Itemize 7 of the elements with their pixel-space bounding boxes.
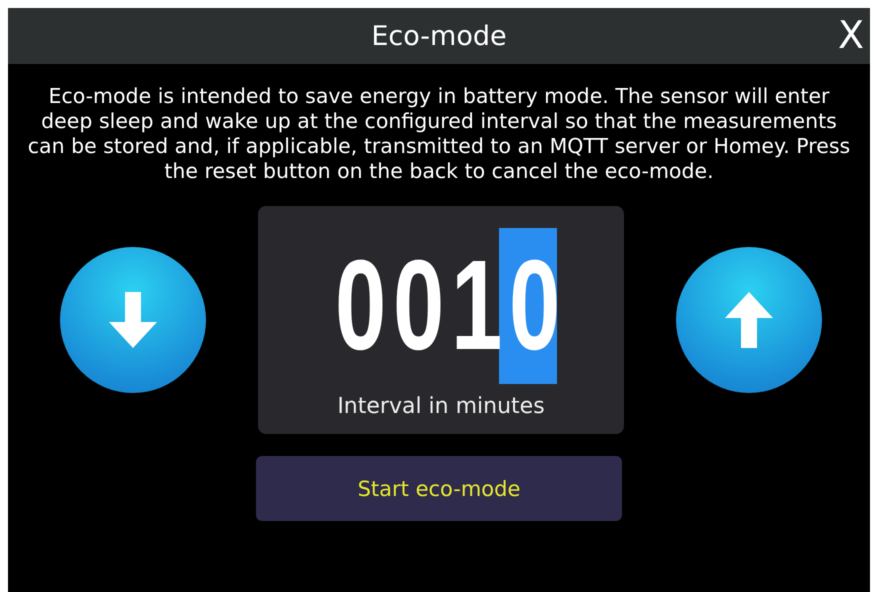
start-button[interactable]: Start eco-mode xyxy=(256,456,622,521)
description-text: Eco-mode is intended to save energy in battery mode. The sensor will enter deep sleep and wake up at the configured interval so that the measurements can be stored and, if applicable, transmitted to an MQTT server or Homey. Press the reset button on the back to cancel the eco-mode. xyxy=(26,84,852,184)
close-button[interactable]: X xyxy=(838,16,864,54)
interval-label: Interval in minutes xyxy=(337,394,545,419)
interval-digit[interactable]: 0 xyxy=(383,228,441,384)
interval-digit[interactable]: 0 xyxy=(325,228,383,384)
window-title: Eco-mode xyxy=(371,20,507,52)
